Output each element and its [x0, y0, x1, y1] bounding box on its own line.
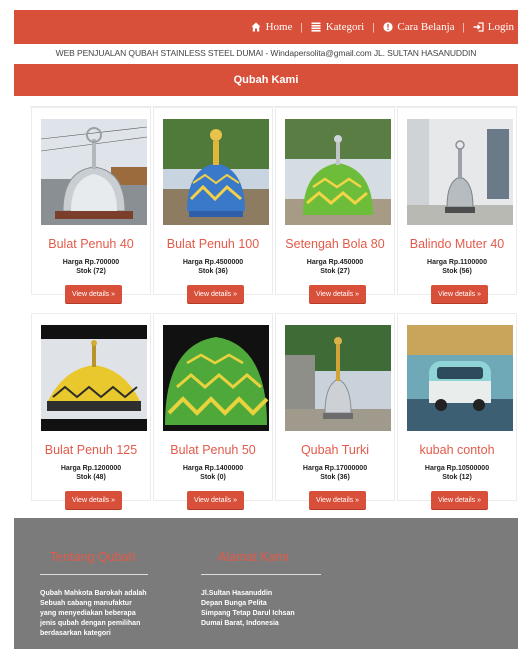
footer-address: Alamat Kami Jl.Sultan Hasanuddin Depan B… — [201, 550, 321, 629]
view-details-button[interactable]: View details » — [187, 285, 244, 303]
product-card: Bulat Penuh 50 Harga Rp.1400000 Stok (0)… — [153, 313, 273, 509]
product-price: Harga Rp.450000 — [306, 259, 364, 266]
product-card: kubah contoh Harga Rp.10500000 Stok (12)… — [397, 313, 517, 509]
nav-kategori[interactable]: Kategori — [311, 21, 364, 33]
product-stock: Stok (0) — [200, 474, 226, 481]
product-image[interactable] — [41, 119, 147, 225]
product-stock: Stok (56) — [442, 268, 472, 275]
product-image[interactable] — [285, 325, 391, 431]
view-details-button[interactable]: View details » — [431, 491, 488, 509]
section-title: Qubah Kami — [233, 74, 299, 86]
product-title[interactable]: kubah contoh — [398, 443, 516, 457]
nav-login[interactable]: Login — [473, 21, 514, 33]
footer-address-line: Depan Bunga Pelita — [201, 600, 267, 607]
product-image[interactable] — [407, 325, 513, 431]
info-icon — [382, 22, 393, 33]
product-card: Balindo Muter 40 Harga Rp.1100000 Stok (… — [397, 107, 517, 303]
footer-address-title: Alamat Kami — [218, 550, 289, 564]
nav-cara-belanja-label: Cara Belanja — [397, 21, 455, 33]
footer-about-title: Tentang Qubah — [50, 550, 136, 564]
product-title[interactable]: Bulat Penuh 100 — [154, 237, 272, 251]
product-title[interactable]: Bulat Penuh 40 — [32, 237, 150, 251]
product-card: Bulat Penuh 40 Harga Rp.700000 Stok (72)… — [31, 107, 151, 303]
login-icon — [473, 22, 484, 33]
product-image[interactable] — [407, 119, 513, 225]
product-image[interactable] — [285, 119, 391, 225]
nav-cara-belanja[interactable]: Cara Belanja — [382, 21, 455, 33]
product-price: Harga Rp.700000 — [62, 259, 120, 266]
product-price: Harga Rp.17000000 — [302, 465, 368, 472]
nav-home-label: Home — [265, 21, 293, 33]
view-details-button[interactable]: View details » — [187, 491, 244, 509]
nav-separator: | — [462, 21, 465, 33]
footer-divider — [201, 574, 321, 575]
footer-about-line: Qubah Mahkota Barokah adalah — [40, 590, 147, 597]
product-title[interactable]: Balindo Muter 40 — [398, 237, 516, 251]
product-stock: Stok (48) — [76, 474, 106, 481]
nav-home[interactable]: Home — [251, 21, 293, 33]
footer-about-line: jenis qubah dengan pemilihan — [40, 620, 141, 627]
nav-login-label: Login — [487, 21, 514, 33]
product-price: Harga Rp.10500000 — [424, 465, 490, 472]
view-details-button[interactable]: View details » — [65, 491, 122, 509]
product-title[interactable]: Qubah Turki — [276, 443, 394, 457]
footer-about-line: berdasarkan kategori — [40, 630, 111, 637]
product-stock: Stok (12) — [442, 474, 472, 481]
product-stock: Stok (36) — [198, 268, 228, 275]
product-price: Harga Rp.1200000 — [60, 465, 122, 472]
footer-address-line: Jl.Sultan Hasanuddin — [201, 590, 273, 597]
footer-about-line: Sebuah cabang manufaktur — [40, 600, 132, 607]
footer-divider — [40, 574, 148, 575]
footer-address-line: Dumai Barat, Indonesia — [201, 620, 279, 627]
product-stock: Stok (27) — [320, 268, 350, 275]
view-details-button[interactable]: View details » — [309, 285, 366, 303]
nav-separator: | — [300, 21, 303, 33]
product-card: Bulat Penuh 100 Harga Rp.4500000 Stok (3… — [153, 107, 273, 303]
product-image[interactable] — [41, 325, 147, 431]
product-title[interactable]: Bulat Penuh 125 — [32, 443, 150, 457]
product-title[interactable]: Setengah Bola 80 — [276, 237, 394, 251]
nav-kategori-label: Kategori — [325, 21, 365, 33]
product-card: Qubah Turki Harga Rp.17000000 Stok (36) … — [275, 313, 395, 509]
nav-separator: | — [372, 21, 375, 33]
site-footer: Tentang Qubah Qubah Mahkota Barokah adal… — [14, 518, 518, 649]
product-image[interactable] — [163, 119, 269, 225]
view-details-button[interactable]: View details » — [309, 491, 366, 509]
top-navbar: Home | Kategori | Cara Belanja | Login — [14, 10, 518, 44]
product-card: Bulat Penuh 125 Harga Rp.1200000 Stok (4… — [31, 313, 151, 509]
view-details-button[interactable]: View details » — [431, 285, 488, 303]
product-price: Harga Rp.1100000 — [427, 259, 487, 266]
product-title[interactable]: Bulat Penuh 50 — [154, 443, 272, 457]
view-details-button[interactable]: View details » — [65, 285, 122, 303]
product-stock: Stok (72) — [76, 268, 106, 275]
section-title-bar: Qubah Kami — [14, 64, 518, 96]
footer-about: Tentang Qubah Qubah Mahkota Barokah adal… — [40, 550, 148, 639]
product-stock: Stok (36) — [320, 474, 350, 481]
product-image[interactable] — [163, 325, 269, 431]
footer-address-line: Simpang Tetap Darul Ichsan — [201, 610, 295, 617]
site-tagline: WEB PENJUALAN QUBAH STAINLESS STEEL DUMA… — [55, 48, 477, 58]
product-price: Harga Rp.4500000 — [182, 259, 244, 266]
home-icon — [251, 22, 262, 33]
product-price: Harga Rp.1400000 — [182, 465, 244, 472]
footer-about-line: yang menyediakan beberapa — [40, 610, 136, 617]
list-icon — [311, 22, 322, 33]
product-card: Setengah Bola 80 Harga Rp.450000 Stok (2… — [275, 107, 395, 303]
